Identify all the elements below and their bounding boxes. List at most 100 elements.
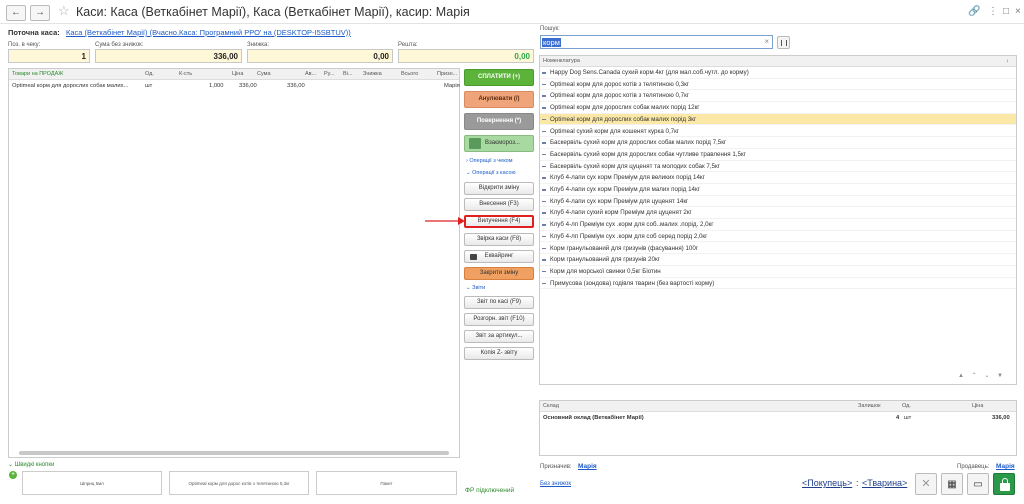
maximize-icon[interactable]: □ <box>1003 6 1009 17</box>
col-manual[interactable]: Ру... <box>324 71 334 77</box>
list-item[interactable]: Клуб 4-лапи сух корм Преміум для малих п… <box>540 184 1016 196</box>
mutual-settlement-button[interactable]: Взаємороз... <box>464 135 534 152</box>
list-item[interactable]: Баскервіль сухий корм для цуценят та мол… <box>540 161 1016 173</box>
open-shift-button[interactable]: Відкрити зміну <box>464 182 534 195</box>
col-stock-price[interactable]: Ціна <box>972 403 983 409</box>
seller-link[interactable]: Марія <box>996 463 1015 470</box>
search-label: Пошук: <box>540 26 560 32</box>
change-label: Решта: <box>398 42 418 48</box>
card-terminal-icon <box>470 254 477 260</box>
section-cash-ops[interactable]: ⌄ Операції з касою <box>466 170 516 176</box>
list-item[interactable]: Optimeal корм для дорос котів з телятино… <box>540 90 1016 103</box>
animal-link[interactable]: <Тварина> <box>862 478 907 488</box>
section-reports[interactable]: ⌄ Звіти <box>466 285 485 291</box>
item-marker-icon <box>542 224 546 226</box>
list-item[interactable]: Клуб 4-лп Преміум сух .корм для соб сере… <box>540 231 1016 243</box>
col-discount[interactable]: Знижка <box>363 71 382 77</box>
calculator-icon <box>469 138 481 149</box>
withdraw-button[interactable]: Вилучення (F4) <box>464 215 534 228</box>
list-item[interactable]: Optimeal корм для дорос котів з телятино… <box>540 79 1016 91</box>
col-purpose[interactable]: Призн... <box>437 71 457 77</box>
row-price: 336,00 <box>239 83 257 89</box>
list-item[interactable]: Optimeal сухий корм для кошенят курка 0,… <box>540 126 1016 138</box>
list-item[interactable]: Корм гранульований для гризунів 20кг <box>540 254 1016 266</box>
current-cash-link[interactable]: Каса (Веткабінет Марії) (Вчасно.Каса: Пр… <box>66 28 351 37</box>
no-discount-link[interactable]: Без знижок <box>540 481 571 487</box>
col-unit[interactable]: Од. <box>145 71 154 77</box>
col-goods[interactable]: Товари на ПРОДАЖ <box>12 71 63 77</box>
add-quick-button-icon[interactable]: + <box>9 471 17 479</box>
list-item[interactable]: Баскервіль сухий корм для дорослих собак… <box>540 149 1016 161</box>
list-item[interactable]: Баскервіль сухий корм для дорослих собак… <box>540 137 1016 149</box>
detailed-report-button[interactable]: Розгорн. звіт (F10) <box>464 313 534 326</box>
list-item-label: Корм гранульований для гризунів 20кг <box>550 256 660 264</box>
more-icon[interactable]: ⋮ <box>988 6 998 17</box>
card-button[interactable]: ▭ <box>967 473 989 495</box>
list-item-label: Корм гранульований для гризунів (фасуван… <box>550 244 699 252</box>
cancel-button[interactable]: Анулювати (/) <box>464 91 534 108</box>
article-report-button[interactable]: Звіт за артикул... <box>464 330 534 343</box>
table-row[interactable]: Optimeal корм для дорослих собак малих..… <box>9 81 460 92</box>
col-sum[interactable]: Сума <box>257 71 271 77</box>
back-button[interactable]: ← <box>6 5 26 21</box>
close-shift-button[interactable]: Закрити зміну <box>464 267 534 280</box>
col-stock-unit[interactable]: Од. <box>902 403 911 409</box>
col-nomenclature[interactable]: Номенклатура <box>543 58 580 64</box>
link-icon[interactable]: 🔗 <box>968 6 980 17</box>
item-marker-icon <box>542 130 546 132</box>
col-qty[interactable]: К-сть <box>179 71 192 77</box>
col-remain[interactable]: Залишок <box>858 403 881 409</box>
list-item[interactable]: Клуб 4-лапи сух корм Преміум для великих… <box>540 172 1016 184</box>
sort-icon[interactable]: ↓ <box>1006 58 1009 64</box>
list-item[interactable]: Корм гранульований для гризунів (фасуван… <box>540 243 1016 255</box>
list-item[interactable]: Клуб 4-лапи сухий корм Преміум для цуцен… <box>540 207 1016 220</box>
list-item-label: Optimeal сухий корм для кошенят курка 0,… <box>550 127 680 135</box>
clear-button[interactable]: ✕ <box>915 473 937 495</box>
col-price[interactable]: Ціна <box>232 71 243 77</box>
stock-table[interactable]: Склад Залишок Од. Ціна Основний оклад (В… <box>539 400 1017 456</box>
col-total[interactable]: Всього <box>401 71 418 77</box>
col-vi[interactable]: Ві... <box>343 71 352 77</box>
scan-button[interactable]: ▦ <box>941 473 963 495</box>
section-check-ops-label: Операції з чеком <box>469 158 513 164</box>
search-input[interactable]: корм × <box>540 35 773 49</box>
assigned-link[interactable]: Марія <box>578 463 597 470</box>
section-check-ops[interactable]: › Операції з чеком <box>466 158 513 164</box>
horizontal-scrollbar[interactable] <box>19 451 449 455</box>
first-page-icon[interactable]: ▲ <box>958 373 964 379</box>
lock-button[interactable] <box>993 473 1015 495</box>
clear-search-icon[interactable]: × <box>764 37 769 46</box>
next-page-icon[interactable]: ⌄ <box>984 373 989 379</box>
quick-button-3[interactable]: Пакет <box>316 471 457 495</box>
return-button[interactable]: Повернення (*) <box>464 113 534 130</box>
goods-table[interactable]: Товари на ПРОДАЖ Од. К-сть Ціна Сума Ав.… <box>8 68 460 458</box>
cash-report-button[interactable]: Звіт по касі (F9) <box>464 296 534 309</box>
prev-page-icon[interactable]: ⌃ <box>972 373 977 379</box>
list-item[interactable]: Корм для морської свинки 0,5кг Біотин <box>540 266 1016 278</box>
list-item[interactable]: Optimeal корм для дорослих собак малих п… <box>540 113 1016 126</box>
quick-button-2[interactable]: Optimeal корм для дорос котів з телятино… <box>169 471 309 495</box>
reconcile-button[interactable]: Звірка каси (F8) <box>464 233 534 246</box>
last-page-icon[interactable]: ▼ <box>997 373 1003 379</box>
list-item[interactable]: Happy Dog Sens.Canada сухий корм 4кг (дл… <box>540 67 1016 79</box>
list-item[interactable]: Примусова (зондова) годівля тварин (без … <box>540 278 1016 290</box>
deposit-button[interactable]: Внесення (F3) <box>464 198 534 211</box>
pay-button[interactable]: СПЛАТИТИ (+) <box>464 69 534 86</box>
forward-button[interactable]: → <box>30 5 50 21</box>
item-marker-icon <box>542 142 546 144</box>
z-report-copy-button[interactable]: Копія Z- звіту <box>464 347 534 360</box>
list-item[interactable]: Клуб 4-лапи сух корм Преміум для цуценят… <box>540 196 1016 208</box>
list-item-label: Optimeal корм для дорос котів з телятино… <box>550 80 690 88</box>
col-auto[interactable]: Ав... <box>305 71 316 77</box>
favorite-star-icon[interactable]: ☆ <box>58 3 70 19</box>
quick-buttons-toggle[interactable]: ⌄ Швидкі кнопки <box>8 461 54 468</box>
list-item[interactable]: Клуб 4-лп Преміум сух .корм для соб..мал… <box>540 219 1016 231</box>
list-item[interactable]: Optimeal корм для дорослих собак малих п… <box>540 102 1016 114</box>
barcode-search-button[interactable] <box>777 36 790 49</box>
quick-button-1[interactable]: Шприц 5мл <box>22 471 162 495</box>
buyer-link[interactable]: <Покупець> <box>802 478 852 488</box>
table-row[interactable]: Основний оклад (Веткабінет Марії) 4 шт 3… <box>540 414 1016 424</box>
col-warehouse[interactable]: Склад <box>543 403 559 409</box>
acquiring-button[interactable]: Еквайринг <box>464 250 534 263</box>
close-icon[interactable]: × <box>1015 6 1021 17</box>
